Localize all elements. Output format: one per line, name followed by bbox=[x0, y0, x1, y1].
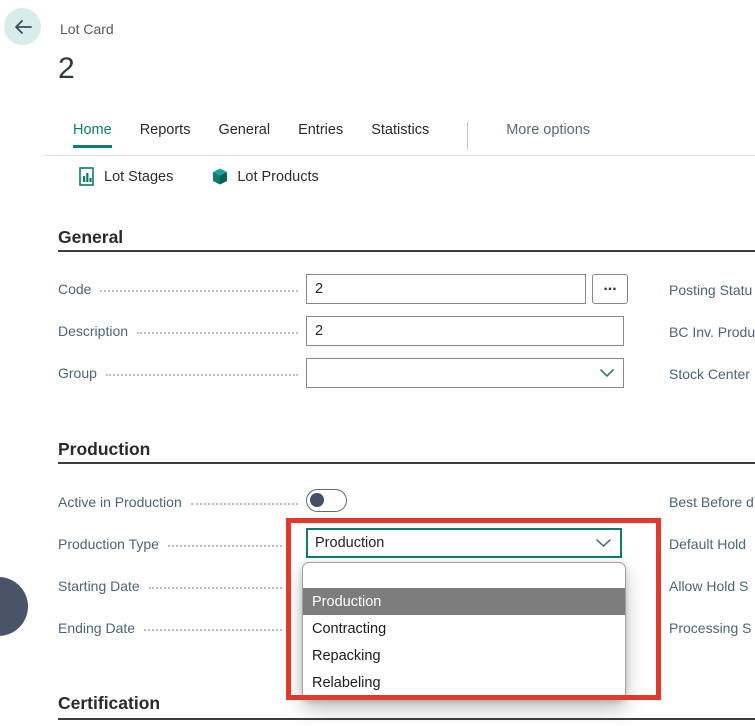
production-type-label: Production Type bbox=[58, 536, 282, 552]
tab-bar: Home Reports General Entries Statistics … bbox=[73, 122, 590, 149]
tab-home[interactable]: Home bbox=[73, 122, 112, 148]
ending-date-label: Ending Date bbox=[58, 620, 282, 636]
arrow-left-icon bbox=[13, 19, 33, 35]
chevron-down-icon bbox=[600, 369, 614, 378]
tab-reports[interactable]: Reports bbox=[140, 122, 191, 145]
cube-icon bbox=[211, 167, 229, 186]
production-type-value: Production bbox=[315, 535, 384, 551]
production-type-dropdown-list: Production Contracting Repacking Relabel… bbox=[302, 562, 626, 700]
lot-products-label: Lot Products bbox=[237, 169, 318, 185]
dotted-leader bbox=[100, 290, 298, 297]
active-in-production-toggle[interactable] bbox=[306, 489, 347, 512]
floating-circle-decoration bbox=[0, 577, 28, 636]
bc-inv-product-label: BC Inv. Produ bbox=[669, 324, 755, 340]
section-production-header[interactable]: Production bbox=[58, 439, 150, 460]
section-general-header[interactable]: General bbox=[58, 227, 123, 248]
more-options-button[interactable]: More options bbox=[506, 122, 590, 145]
dropdown-option-relabeling[interactable]: Relabeling bbox=[303, 669, 625, 696]
lot-stages-button[interactable]: Lot Stages bbox=[75, 165, 177, 188]
tabbar-rule bbox=[44, 155, 755, 156]
lot-stages-label: Lot Stages bbox=[104, 169, 173, 185]
action-toolbar: Lot Stages Lot Products bbox=[75, 165, 323, 188]
group-dropdown[interactable] bbox=[306, 358, 624, 388]
page-caption: Lot Card bbox=[60, 21, 114, 37]
dotted-leader bbox=[149, 587, 282, 594]
default-hold-label: Default Hold bbox=[669, 536, 755, 552]
dotted-leader bbox=[168, 545, 282, 552]
code-assist-button[interactable]: ... bbox=[592, 274, 628, 304]
section-certification-rule bbox=[58, 718, 755, 720]
stock-center-label: Stock Center bbox=[669, 366, 755, 382]
section-certification-header[interactable]: Certification bbox=[58, 693, 160, 714]
best-before-label: Best Before d bbox=[669, 494, 755, 510]
dropdown-option-repacking[interactable]: Repacking bbox=[303, 642, 625, 669]
dropdown-option-contracting[interactable]: Contracting bbox=[303, 615, 625, 642]
page-title: 2 bbox=[58, 52, 75, 86]
production-type-combobox[interactable]: Production bbox=[306, 528, 622, 558]
dropdown-option-blank[interactable] bbox=[303, 565, 625, 588]
description-field-label: Description bbox=[58, 323, 298, 339]
lot-products-button[interactable]: Lot Products bbox=[207, 165, 322, 188]
tab-general[interactable]: General bbox=[218, 122, 270, 145]
toggle-knob bbox=[310, 493, 324, 507]
code-input[interactable] bbox=[306, 274, 586, 304]
tab-entries[interactable]: Entries bbox=[298, 122, 343, 145]
description-input[interactable] bbox=[306, 316, 624, 346]
back-button[interactable] bbox=[4, 8, 41, 45]
active-in-production-label: Active in Production bbox=[58, 494, 298, 510]
dotted-leader bbox=[191, 503, 298, 510]
tab-statistics[interactable]: Statistics bbox=[371, 122, 429, 145]
group-field-label: Group bbox=[58, 365, 298, 381]
section-production-rule bbox=[58, 462, 755, 464]
lot-card-page: Lot Card 2 Home Reports General Entries … bbox=[0, 0, 755, 726]
code-field-label: Code bbox=[58, 281, 298, 297]
posting-status-label: Posting Statu bbox=[669, 282, 755, 298]
section-general-rule bbox=[58, 250, 755, 252]
chevron-down-icon bbox=[596, 539, 611, 548]
tabbar-vertical-divider bbox=[467, 122, 468, 149]
processing-label: Processing S bbox=[669, 620, 755, 636]
dropdown-option-production[interactable]: Production bbox=[303, 588, 625, 615]
dotted-leader bbox=[144, 629, 282, 636]
dotted-leader bbox=[137, 332, 298, 339]
starting-date-label: Starting Date bbox=[58, 578, 282, 594]
allow-hold-label: Allow Hold S bbox=[669, 578, 755, 594]
chart-document-icon bbox=[79, 167, 96, 186]
dotted-leader bbox=[106, 374, 298, 381]
